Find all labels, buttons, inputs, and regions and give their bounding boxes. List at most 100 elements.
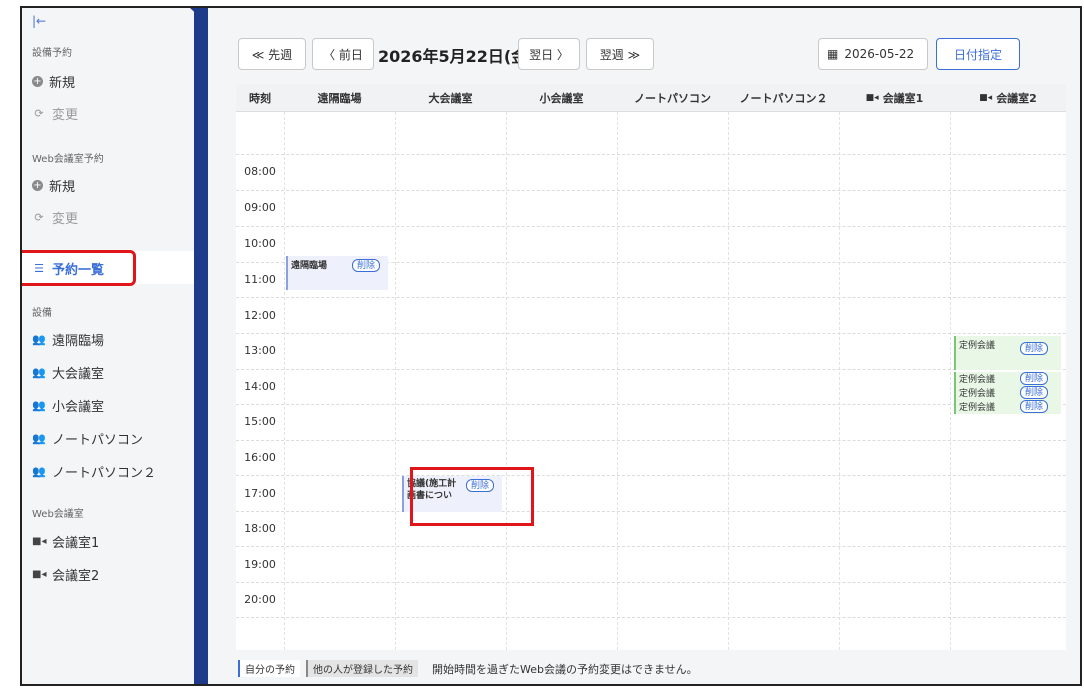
time-label: 12:00: [244, 309, 276, 322]
header-remote: 遠隔臨場: [317, 92, 362, 105]
date-specify-button[interactable]: 日付指定: [936, 38, 1020, 70]
highlight-box: [410, 467, 534, 526]
event-regular-meeting[interactable]: 定例会議 削除: [954, 386, 1061, 400]
time-label: 08:00: [244, 165, 276, 178]
grid-line: [617, 112, 618, 650]
header-small-room: 小会議室: [539, 92, 584, 105]
video-camera-icon: ■◂: [979, 93, 993, 103]
equipment-item-label: ノートパソコン: [52, 432, 144, 448]
web-item-room1[interactable]: ■◂ 会議室1: [32, 530, 182, 552]
equipment-item-laptop[interactable]: 👥 ノートパソコン: [32, 427, 182, 449]
delete-button[interactable]: 削除: [352, 259, 381, 272]
time-label: 16:00: [244, 451, 276, 464]
people-icon: 👥: [32, 398, 46, 412]
date-field[interactable]: ▦ 2026-05-22: [818, 38, 928, 70]
main-content: ≪ 先週 〈 前日 2026年5月22日(金) 翌日 〉 翌週 ≫ ▦ 2026…: [208, 8, 1080, 684]
grid-line: [236, 190, 1066, 191]
web-item-label: 会議室1: [52, 535, 100, 551]
grid-line: [236, 369, 1066, 370]
grid-line: [236, 546, 1066, 547]
equipment-item-small-room[interactable]: 👥 小会議室: [32, 394, 182, 416]
collapse-sidebar-icon[interactable]: |←: [32, 14, 46, 28]
equipment-change-label: 変更: [52, 107, 79, 123]
equipment-item-remote[interactable]: 👥 遠隔臨場: [32, 328, 182, 350]
equipment-reservation-title: 設備予約: [32, 48, 72, 59]
header-time: 時刻: [249, 92, 271, 105]
video-camera-icon: ■◂: [865, 93, 879, 103]
time-label: 19:00: [244, 558, 276, 571]
equipment-section-title: 設備: [32, 308, 52, 319]
event-regular-meeting[interactable]: 定例会議 削除: [954, 372, 1061, 386]
delete-button[interactable]: 削除: [1020, 342, 1049, 355]
equipment-item-label: 小会議室: [52, 399, 105, 415]
equipment-new-label: 新規: [49, 75, 76, 91]
web-new-button[interactable]: + 新規: [32, 174, 182, 196]
event-title: 定例会議: [959, 341, 996, 351]
date-field-value: 2026-05-22: [844, 47, 915, 61]
legend-others: 他の人が登録した予約: [306, 660, 418, 677]
grid-line: [236, 297, 1066, 298]
equipment-item-laptop2[interactable]: 👥 ノートパソコン２: [32, 460, 182, 482]
equipment-item-label: 大会議室: [52, 366, 105, 382]
delete-button[interactable]: 削除: [1020, 400, 1049, 413]
web-change-button[interactable]: ⟳ 変更: [32, 206, 182, 228]
people-icon: 👥: [32, 365, 46, 379]
event-title: 定例会議: [959, 403, 996, 413]
people-icon: 👥: [32, 464, 46, 478]
schedule-header: 時刻 遠隔臨場 大会議室 小会議室 ノートパソコン ノートパソコン２ ■◂ 会議…: [236, 84, 1066, 112]
web-section-title: Web会議室: [32, 509, 84, 520]
time-label: 14:00: [244, 380, 276, 393]
header-large-room: 大会議室: [428, 92, 473, 105]
prev-week-button[interactable]: ≪ 先週: [238, 38, 306, 70]
event-remote[interactable]: 遠隔臨場 削除: [286, 256, 388, 290]
grid-line: [728, 112, 729, 650]
web-change-label: 変更: [52, 211, 79, 227]
time-label: 11:00: [244, 273, 276, 286]
refresh-icon: ⟳: [34, 210, 44, 224]
delete-button[interactable]: 削除: [1020, 372, 1049, 385]
next-day-button[interactable]: 翌日 〉: [518, 38, 580, 70]
grid-line: [284, 112, 285, 650]
time-label: 17:00: [244, 487, 276, 500]
people-icon: 👥: [32, 431, 46, 445]
plus-icon: +: [32, 179, 43, 191]
event-title: 定例会議: [959, 375, 996, 385]
footer-note: 開始時間を過ぎたWeb会議の予約変更はできません。: [432, 662, 698, 676]
event-regular-meeting[interactable]: 定例会議 削除: [954, 400, 1061, 414]
grid-line: [950, 112, 951, 650]
time-label: 15:00: [244, 415, 276, 428]
legend-footer: 自分の予約 他の人が登録した予約 開始時間を過ぎたWeb会議の予約変更はできませ…: [238, 660, 698, 677]
web-reservation-title: Web会議室予約: [32, 154, 104, 165]
time-label: 09:00: [244, 201, 276, 214]
grid-line: [236, 154, 1066, 155]
web-new-label: 新規: [49, 179, 76, 195]
event-regular-meeting[interactable]: 定例会議 削除: [954, 336, 1061, 370]
time-label: 20:00: [244, 593, 276, 606]
header-room2-label: 会議室2: [996, 92, 1037, 105]
grid-line: [236, 226, 1066, 227]
people-icon: 👥: [32, 332, 46, 346]
header-laptop: ノートパソコン: [634, 92, 711, 105]
equipment-item-label: 遠隔臨場: [52, 333, 105, 349]
equipment-item-large-room[interactable]: 👥 大会議室: [32, 361, 182, 383]
grid-line: [236, 475, 1066, 476]
equipment-change-button[interactable]: ⟳ 変更: [32, 102, 182, 124]
next-week-button[interactable]: 翌週 ≫: [586, 38, 654, 70]
header-laptop2: ノートパソコン２: [739, 92, 828, 105]
event-title: 遠隔臨場: [291, 261, 328, 271]
equipment-item-label: ノートパソコン２: [52, 465, 157, 481]
app-frame: |← 設備予約 + 新規 ⟳ 変更 Web会議室予約 + 新規 ⟳ 変更 ☰ 予…: [20, 6, 1082, 686]
equipment-new-button[interactable]: + 新規: [32, 70, 182, 92]
header-room2: ■◂ 会議室2: [950, 84, 1066, 112]
grid-line: [236, 511, 1066, 512]
header-room1: ■◂ 会議室1: [839, 84, 950, 112]
header-room1-label: 会議室1: [882, 92, 924, 105]
prev-day-button[interactable]: 〈 前日: [312, 38, 374, 70]
web-item-room2[interactable]: ■◂ 会議室2: [32, 563, 182, 585]
schedule-table: 時刻 遠隔臨場 大会議室 小会議室 ノートパソコン ノートパソコン２ ■◂ 会議…: [236, 84, 1066, 650]
current-date-title: 2026年5月22日(金): [378, 47, 535, 66]
time-label: 10:00: [244, 237, 276, 250]
event-title: 定例会議: [959, 389, 996, 399]
refresh-icon: ⟳: [34, 106, 44, 120]
delete-button[interactable]: 削除: [1020, 386, 1049, 399]
